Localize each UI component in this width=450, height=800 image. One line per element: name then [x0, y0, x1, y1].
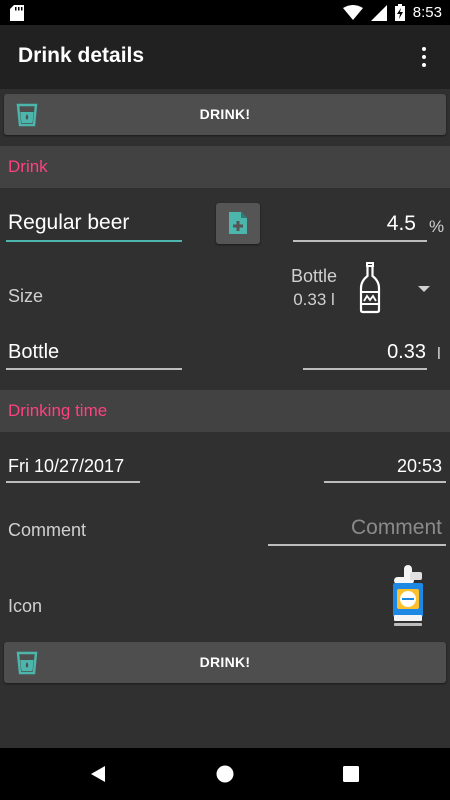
- app-bar: Drink details: [0, 25, 450, 89]
- back-triangle-icon[interactable]: [90, 765, 106, 783]
- cell-signal-icon: [370, 4, 387, 21]
- size-spinner-name: Bottle: [290, 266, 338, 286]
- drink-button-label: DRINK!: [199, 106, 251, 122]
- drink-button-bottom[interactable]: DRINK!: [4, 642, 446, 683]
- size-volume-underline: [303, 368, 427, 370]
- size-spinner[interactable]: Bottle 0.33 l: [280, 262, 440, 318]
- navigation-bar: [0, 748, 450, 800]
- status-time: 8:53: [412, 4, 442, 21]
- size-label: Size: [8, 286, 44, 306]
- volume-unit: l: [437, 344, 441, 363]
- section-title-drink: Drink: [8, 157, 48, 176]
- size-name-underline: [6, 368, 182, 370]
- add-drink-button[interactable]: [216, 203, 260, 244]
- home-circle-icon[interactable]: [216, 765, 234, 783]
- section-header-drink: Drink: [0, 146, 450, 188]
- wifi-icon: [342, 4, 363, 20]
- alcohol-percentage-field[interactable]: 4.5: [294, 212, 416, 236]
- status-bar: 8:53: [0, 0, 450, 25]
- percentage-underline: [293, 240, 427, 242]
- percentage-unit: %: [429, 217, 445, 236]
- comment-label: Comment: [8, 520, 87, 540]
- beer-bottle-icon: [359, 262, 381, 314]
- size-volume-field[interactable]: 0.33: [304, 341, 426, 364]
- add-document-icon: [229, 212, 247, 234]
- size-spinner-volume: 0.33 l: [293, 290, 335, 309]
- sd-card-icon: [10, 5, 24, 21]
- more-vert-icon[interactable]: [412, 43, 436, 71]
- section-title-drinking-time: Drinking time: [8, 401, 108, 420]
- comment-underline: [268, 544, 446, 546]
- drink-name-underline: [6, 240, 182, 242]
- section-header-drinking-time: Drinking time: [0, 390, 450, 432]
- recents-square-icon[interactable]: [343, 766, 359, 782]
- battery-charging-icon: [394, 4, 405, 21]
- comment-input[interactable]: Comment: [270, 516, 442, 540]
- time-underline: [324, 481, 446, 483]
- beer-tap-icon[interactable]: [390, 563, 426, 627]
- icon-label: Icon: [8, 596, 43, 616]
- size-name-field[interactable]: Bottle: [8, 341, 59, 364]
- time-field[interactable]: 20:53: [330, 456, 442, 477]
- date-field[interactable]: Fri 10/27/2017: [8, 456, 124, 477]
- drink-button-label: DRINK!: [199, 654, 251, 670]
- chevron-down-icon: [418, 286, 430, 292]
- drink-button-top[interactable]: DRINK!: [4, 94, 446, 135]
- page-title: Drink details: [18, 44, 145, 67]
- date-underline: [6, 481, 140, 483]
- drink-name-field[interactable]: Regular beer: [8, 211, 129, 235]
